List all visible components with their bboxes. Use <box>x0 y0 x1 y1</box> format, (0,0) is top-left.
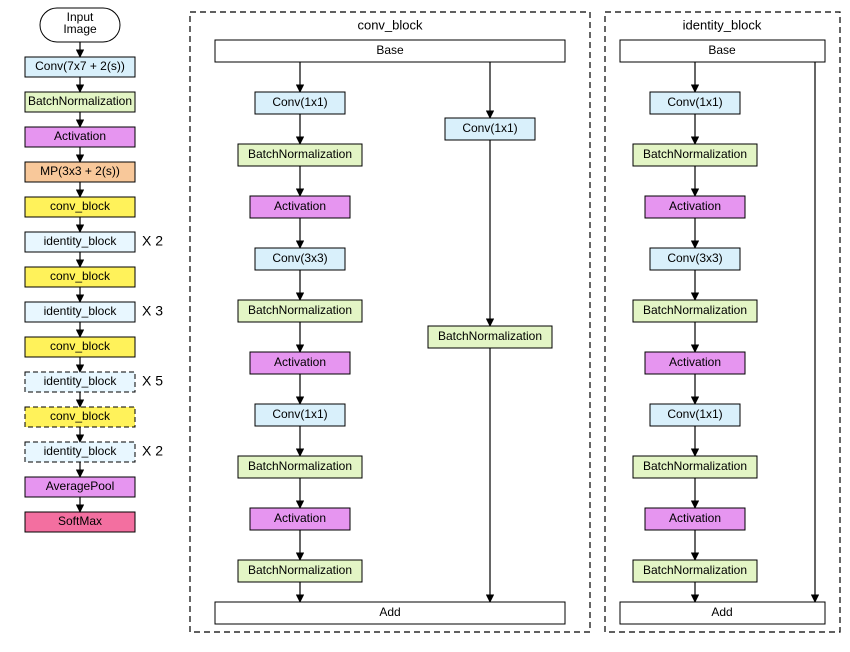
ib-bn3-label: BatchNormalization <box>643 459 747 473</box>
cb-conv1-label: Conv(1x1) <box>272 95 327 109</box>
bn-1-label: BatchNormalization <box>28 94 132 108</box>
cb-act3-label: Activation <box>274 511 326 525</box>
conv7x7-label: Conv(7x7 + 2(s)) <box>35 59 125 73</box>
ib-bn1-label: BatchNormalization <box>643 147 747 161</box>
ib-act3-label: Activation <box>669 511 721 525</box>
idblock-3-label: identity_block <box>44 374 118 388</box>
cb-conv3-label: Conv(3x3) <box>272 251 327 265</box>
idblock-2-label: identity_block <box>44 304 118 318</box>
ib-conv1-label: Conv(1x1) <box>667 95 722 109</box>
cb-add-label: Add <box>379 605 400 619</box>
identity-block-panel: identity_block Base Conv(1x1) BatchNorma… <box>605 12 840 632</box>
input-label-1: InputImage <box>63 10 97 36</box>
cb-r-conv1-label: Conv(1x1) <box>462 121 517 135</box>
ib-conv1b-label: Conv(1x1) <box>667 407 722 421</box>
diagram: InputImage Conv(7x7 + 2(s)) BatchNormali… <box>0 0 850 652</box>
mult-x5: X 5 <box>142 373 163 389</box>
convblock-2-label: conv_block <box>50 269 111 283</box>
ib-conv3-label: Conv(3x3) <box>667 251 722 265</box>
ib-bn2-label: BatchNormalization <box>643 303 747 317</box>
cb-bn2-label: BatchNormalization <box>248 303 352 317</box>
mult-x3: X 3 <box>142 303 163 319</box>
cb-act1-label: Activation <box>274 199 326 213</box>
cb-r-bn-label: BatchNormalization <box>438 329 542 343</box>
ib-bn4-label: BatchNormalization <box>643 563 747 577</box>
ib-add-label: Add <box>711 605 732 619</box>
avgpool-label: AveragePool <box>46 479 115 493</box>
idblock-1-label: identity_block <box>44 234 118 248</box>
act-1-label: Activation <box>54 129 106 143</box>
cb-bn4-label: BatchNormalization <box>248 563 352 577</box>
convblock-4-label: conv_block <box>50 409 111 423</box>
mult-x2-2: X 2 <box>142 443 163 459</box>
cb-conv1b-label: Conv(1x1) <box>272 407 327 421</box>
cb-base-label: Base <box>376 43 404 57</box>
cb-bn3-label: BatchNormalization <box>248 459 352 473</box>
cb-act2-label: Activation <box>274 355 326 369</box>
maxpool-label: MP(3x3 + 2(s)) <box>40 164 120 178</box>
convblock-title: conv_block <box>357 17 423 32</box>
main-pipeline: InputImage Conv(7x7 + 2(s)) BatchNormali… <box>25 8 163 532</box>
cb-bn1-label: BatchNormalization <box>248 147 352 161</box>
ib-act2-label: Activation <box>669 355 721 369</box>
mult-x2-1: X 2 <box>142 233 163 249</box>
conv-block-panel: conv_block Base Conv(1x1) BatchNormaliza… <box>190 12 590 632</box>
softmax-label: SoftMax <box>58 514 102 528</box>
idblock-4-label: identity_block <box>44 444 118 458</box>
convblock-1-label: conv_block <box>50 199 111 213</box>
idblock-title: identity_block <box>683 17 762 32</box>
convblock-3-label: conv_block <box>50 339 111 353</box>
ib-base-label: Base <box>708 43 736 57</box>
ib-act1-label: Activation <box>669 199 721 213</box>
